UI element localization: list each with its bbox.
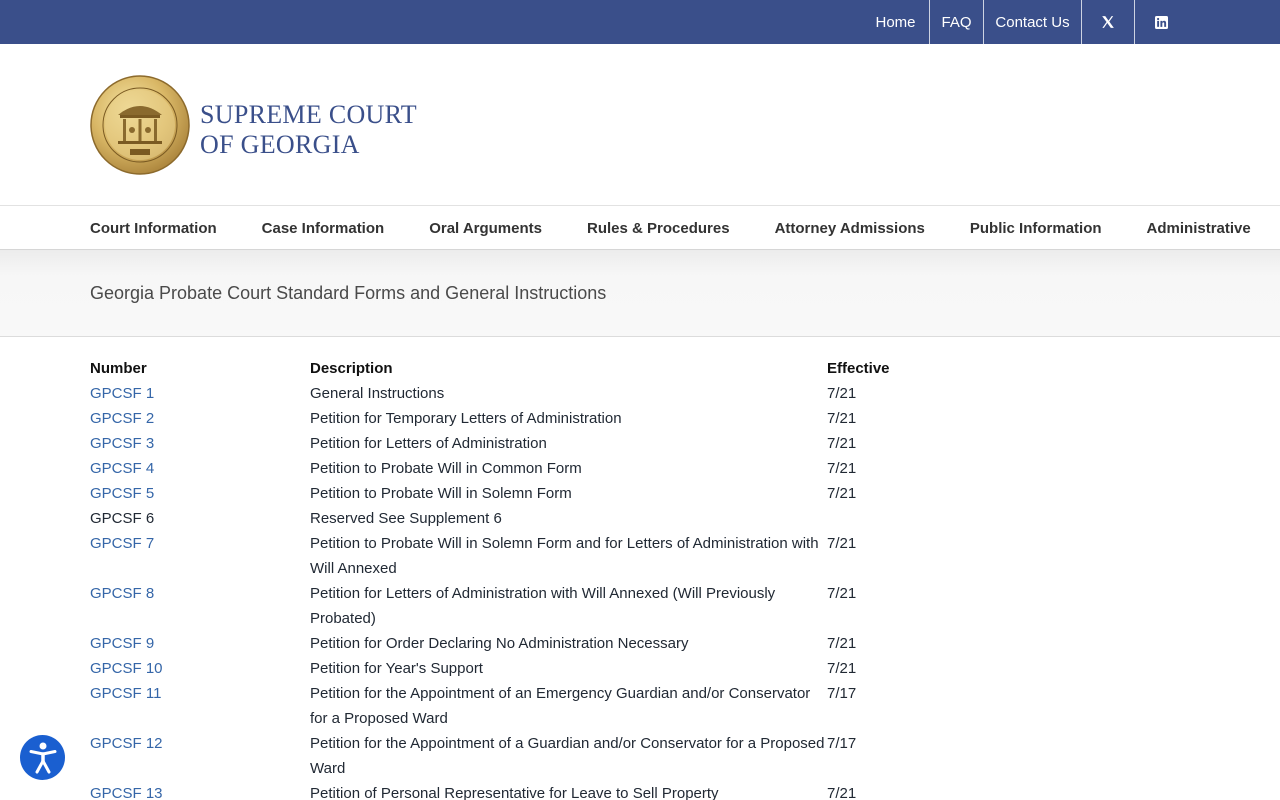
court-seal-logo[interactable] <box>90 75 190 175</box>
nav-administrative[interactable]: Administrative <box>1147 220 1251 237</box>
table-row: GPCSF 5 Petition to Probate Will in Solem… <box>90 481 1190 506</box>
site-header: SUPREME COURT OF GEORGIA <box>0 44 1280 205</box>
form-number-cell: GPCSF 8 <box>90 581 310 631</box>
form-description: Petition for Year's Support <box>310 660 483 677</box>
form-effective-date: 7/21 <box>827 460 857 477</box>
linkedin-icon <box>1155 15 1168 29</box>
form-description: Petition to Probate Will in Solemn Form <box>310 485 572 502</box>
form-effective-date: 7/21 <box>827 535 857 552</box>
top-nav-faq-link[interactable]: FAQ <box>929 0 983 44</box>
form-description: Petition for the Appointment of an Emerg… <box>310 685 811 727</box>
x-twitter-link[interactable] <box>1081 0 1134 44</box>
linkedin-link[interactable] <box>1134 0 1188 44</box>
form-description: General Instructions <box>310 385 445 402</box>
form-description: Reserved See Supplement 6 <box>310 510 502 527</box>
form-description: Petition to Probate Will in Solemn Form … <box>310 535 819 577</box>
page-title-bar: Georgia Probate Court Standard Forms and… <box>0 250 1280 337</box>
table-body: GPCSF 1 General Instructions 7/21 GPCSF 2 Pe… <box>90 381 1190 800</box>
header-number: Number <box>90 360 147 377</box>
form-effective-date: 7/21 <box>827 410 857 427</box>
top-nav-contact-link[interactable]: Contact Us <box>983 0 1081 44</box>
form-number-cell: GPCSF 6 <box>90 506 310 531</box>
top-bar: Home FAQ Contact Us <box>0 0 1280 44</box>
form-effective-date <box>827 506 947 531</box>
accessibility-icon <box>29 742 56 773</box>
form-number-cell: GPCSF 5 <box>90 481 310 506</box>
header-description: Description <box>310 360 393 377</box>
form-effective-date: 7/21 <box>827 385 857 402</box>
form-number-link[interactable]: GPCSF 1 <box>90 385 154 402</box>
form-number-link[interactable]: GPCSF 2 <box>90 410 154 427</box>
form-number-link[interactable]: GPCSF 8 <box>90 585 154 602</box>
form-number-cell: GPCSF 10 <box>90 656 310 681</box>
x-twitter-icon <box>1102 16 1114 28</box>
form-number-link[interactable]: GPCSF 12 <box>90 735 163 752</box>
table-row: GPCSF 10 Petition for Year's Support 7/21 <box>90 656 1190 681</box>
site-title-line-1: SUPREME COURT <box>200 100 417 129</box>
site-title[interactable]: SUPREME COURT OF GEORGIA <box>200 100 417 160</box>
form-effective-date: 7/21 <box>827 785 857 800</box>
form-number-link[interactable]: GPCSF 10 <box>90 660 163 677</box>
form-description: Petition to Probate Will in Common Form <box>310 460 582 477</box>
nav-case-information[interactable]: Case Information <box>262 220 385 237</box>
form-description: Petition for Order Declaring No Administ… <box>310 635 689 652</box>
table-row: GPCSF 9 Petition for Order Declaring No A… <box>90 631 1190 656</box>
nav-public-information[interactable]: Public Information <box>970 220 1102 237</box>
form-effective-date: 7/17 <box>827 735 857 752</box>
form-number-cell: GPCSF 2 <box>90 406 310 431</box>
form-effective-date: 7/21 <box>827 585 857 602</box>
form-description: Petition for Temporary Letters of Admini… <box>310 410 622 427</box>
form-effective-date: 7/21 <box>827 635 857 652</box>
form-number-link[interactable]: GPCSF 5 <box>90 485 154 502</box>
form-effective-date: 7/21 <box>827 485 857 502</box>
table-row: GPCSF 1 General Instructions 7/21 <box>90 381 1190 406</box>
form-number-cell: GPCSF 12 <box>90 731 310 781</box>
header-effective: Effective <box>827 360 890 377</box>
form-effective-date: 7/21 <box>827 660 857 677</box>
form-description: Petition for Letters of Administration w… <box>310 585 776 627</box>
table-row: GPCSF 2 Petition for Temporary Letters of… <box>90 406 1190 431</box>
table-row: GPCSF 3 Petition for Letters of Administr… <box>90 431 1190 456</box>
form-number-link[interactable]: GPCSF 9 <box>90 635 154 652</box>
form-number-cell: GPCSF 13 <box>90 781 310 800</box>
top-nav: Home FAQ Contact Us <box>862 0 1188 44</box>
form-number-link[interactable]: GPCSF 7 <box>90 535 154 552</box>
form-number-cell: GPCSF 7 <box>90 531 310 581</box>
form-number-link[interactable]: GPCSF 4 <box>90 460 154 477</box>
site-title-line-2: OF GEORGIA <box>200 130 360 159</box>
table-row: GPCSF 6 Reserved See Supplement 6 <box>90 506 1190 531</box>
top-nav-home-link[interactable]: Home <box>862 0 929 44</box>
table-row: GPCSF 11 Petition for the Appointment of … <box>90 681 1190 731</box>
form-number-cell: GPCSF 9 <box>90 631 310 656</box>
table-row: GPCSF 12 Petition for the Appointment of … <box>90 731 1190 781</box>
table-row: GPCSF 7 Petition to Probate Will in Solem… <box>90 531 1190 581</box>
form-number-cell: GPCSF 1 <box>90 381 310 406</box>
form-number-cell: GPCSF 11 <box>90 681 310 731</box>
table-row: GPCSF 8 Petition for Letters of Administr… <box>90 581 1190 631</box>
form-description: Petition of Personal Representative for … <box>310 785 719 800</box>
accessibility-button[interactable] <box>20 735 65 780</box>
form-effective-date: 7/17 <box>827 685 857 702</box>
nav-attorney-admissions[interactable]: Attorney Admissions <box>775 220 925 237</box>
form-number-link[interactable]: GPCSF 13 <box>90 785 163 800</box>
nav-rules-procedures[interactable]: Rules & Procedures <box>587 220 730 237</box>
page-title: Georgia Probate Court Standard Forms and… <box>90 283 607 303</box>
nav-oral-arguments[interactable]: Oral Arguments <box>429 220 542 237</box>
table-row: GPCSF 13 Petition of Personal Representat… <box>90 781 1190 800</box>
table-header-row: Number Description Effective <box>90 356 1190 381</box>
form-number-text: GPCSF 6 <box>90 510 155 527</box>
main-nav: Court Information Case Information Oral … <box>0 205 1280 250</box>
form-number-link[interactable]: GPCSF 3 <box>90 435 154 452</box>
forms-table: Number Description Effective GPCSF 1 Gene… <box>90 356 1190 800</box>
form-effective-date: 7/21 <box>827 435 857 452</box>
table-row: GPCSF 4 Petition to Probate Will in Commo… <box>90 456 1190 481</box>
form-number-cell: GPCSF 3 <box>90 431 310 456</box>
form-description: Petition for Letters of Administration <box>310 435 547 452</box>
form-number-cell: GPCSF 4 <box>90 456 310 481</box>
form-description: Petition for the Appointment of a Guardi… <box>310 735 825 777</box>
nav-court-information[interactable]: Court Information <box>90 220 217 237</box>
form-number-link[interactable]: GPCSF 11 <box>90 685 161 702</box>
